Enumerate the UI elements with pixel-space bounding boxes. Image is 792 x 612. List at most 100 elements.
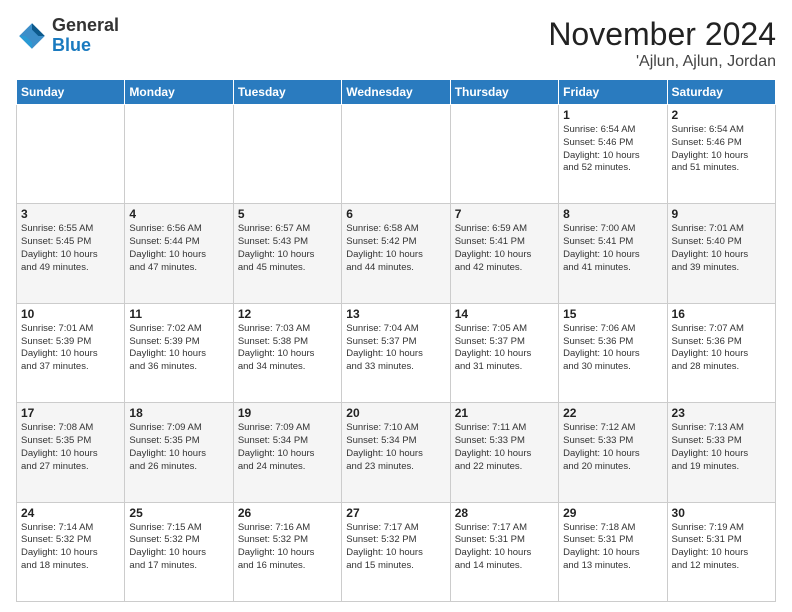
day-info: Sunrise: 6:54 AM Sunset: 5:46 PM Dayligh…	[563, 124, 662, 175]
day-number: 16	[672, 307, 771, 321]
day-info: Sunrise: 7:02 AM Sunset: 5:39 PM Dayligh…	[129, 323, 228, 374]
day-cell: 3 Sunrise: 6:55 AM Sunset: 5:45 PM Daylig…	[17, 204, 125, 303]
day-cell: 25Sunrise: 7:15 AM Sunset: 5:32 PM Dayli…	[125, 502, 233, 601]
day-cell: 18 Sunrise: 7:09 AM Sunset: 5:35 PM Dayli…	[125, 403, 233, 502]
logo: General Blue	[16, 16, 119, 56]
day-cell: 20 Sunrise: 7:10 AM Sunset: 5:34 PM Dayli…	[342, 403, 450, 502]
day-info: Sunrise: 7:19 AM Sunset: 5:31 PM Dayligh…	[672, 522, 771, 573]
day-number: 10	[21, 307, 120, 321]
day-cell: 10 Sunrise: 7:01 AM Sunset: 5:39 PM Dayli…	[17, 303, 125, 402]
day-number: 19	[238, 406, 337, 420]
calendar-body: 1Sunrise: 6:54 AM Sunset: 5:46 PM Daylig…	[17, 105, 776, 602]
day-number: 20	[346, 406, 445, 420]
day-number: 9	[672, 207, 771, 221]
day-header-monday: Monday	[125, 80, 233, 105]
logo-blue: Blue	[52, 35, 91, 55]
day-cell: 27 Sunrise: 7:17 AM Sunset: 5:32 PM Dayli…	[342, 502, 450, 601]
day-number: 14	[455, 307, 554, 321]
day-cell: 13 Sunrise: 7:04 AM Sunset: 5:37 PM Dayli…	[342, 303, 450, 402]
day-cell: 30 Sunrise: 7:19 AM Sunset: 5:31 PM Dayli…	[667, 502, 775, 601]
day-header-tuesday: Tuesday	[233, 80, 341, 105]
day-cell: 11 Sunrise: 7:02 AM Sunset: 5:39 PM Dayli…	[125, 303, 233, 402]
day-info: Sunrise: 7:14 AM Sunset: 5:32 PM Dayligh…	[21, 522, 120, 573]
day-cell	[342, 105, 450, 204]
day-number: 26	[238, 506, 337, 520]
logo-text: General Blue	[52, 16, 119, 56]
day-cell: 2 Sunrise: 6:54 AM Sunset: 5:46 PM Daylig…	[667, 105, 775, 204]
day-cell	[125, 105, 233, 204]
day-cell: 24Sunrise: 7:14 AM Sunset: 5:32 PM Dayli…	[17, 502, 125, 601]
day-cell: 17Sunrise: 7:08 AM Sunset: 5:35 PM Dayli…	[17, 403, 125, 502]
day-cell	[17, 105, 125, 204]
day-number: 2	[672, 108, 771, 122]
calendar-subtitle: 'Ajlun, Ajlun, Jordan	[548, 53, 776, 71]
day-info: Sunrise: 7:11 AM Sunset: 5:33 PM Dayligh…	[455, 422, 554, 473]
day-number: 28	[455, 506, 554, 520]
day-cell: 21Sunrise: 7:11 AM Sunset: 5:33 PM Dayli…	[450, 403, 558, 502]
day-number: 3	[21, 207, 120, 221]
day-number: 13	[346, 307, 445, 321]
day-number: 11	[129, 307, 228, 321]
day-number: 15	[563, 307, 662, 321]
day-cell: 22Sunrise: 7:12 AM Sunset: 5:33 PM Dayli…	[559, 403, 667, 502]
day-info: Sunrise: 7:09 AM Sunset: 5:35 PM Dayligh…	[129, 422, 228, 473]
day-header-sunday: Sunday	[17, 80, 125, 105]
day-header-wednesday: Wednesday	[342, 80, 450, 105]
day-number: 5	[238, 207, 337, 221]
day-number: 25	[129, 506, 228, 520]
week-row-2: 3 Sunrise: 6:55 AM Sunset: 5:45 PM Daylig…	[17, 204, 776, 303]
day-cell: 14Sunrise: 7:05 AM Sunset: 5:37 PM Dayli…	[450, 303, 558, 402]
day-cell: 16 Sunrise: 7:07 AM Sunset: 5:36 PM Dayli…	[667, 303, 775, 402]
day-info: Sunrise: 6:58 AM Sunset: 5:42 PM Dayligh…	[346, 223, 445, 274]
logo-general: General	[52, 15, 119, 35]
title-block: November 2024 'Ajlun, Ajlun, Jordan	[548, 16, 776, 71]
day-cell: 4 Sunrise: 6:56 AM Sunset: 5:44 PM Daylig…	[125, 204, 233, 303]
day-cell: 12Sunrise: 7:03 AM Sunset: 5:38 PM Dayli…	[233, 303, 341, 402]
day-info: Sunrise: 7:17 AM Sunset: 5:31 PM Dayligh…	[455, 522, 554, 573]
day-number: 30	[672, 506, 771, 520]
day-cell: 28 Sunrise: 7:17 AM Sunset: 5:31 PM Dayli…	[450, 502, 558, 601]
day-cell: 8Sunrise: 7:00 AM Sunset: 5:41 PM Daylig…	[559, 204, 667, 303]
day-info: Sunrise: 7:16 AM Sunset: 5:32 PM Dayligh…	[238, 522, 337, 573]
day-cell: 6 Sunrise: 6:58 AM Sunset: 5:42 PM Daylig…	[342, 204, 450, 303]
day-header-friday: Friday	[559, 80, 667, 105]
day-info: Sunrise: 6:59 AM Sunset: 5:41 PM Dayligh…	[455, 223, 554, 274]
day-info: Sunrise: 6:55 AM Sunset: 5:45 PM Dayligh…	[21, 223, 120, 274]
day-cell: 7Sunrise: 6:59 AM Sunset: 5:41 PM Daylig…	[450, 204, 558, 303]
day-cell: 26 Sunrise: 7:16 AM Sunset: 5:32 PM Dayli…	[233, 502, 341, 601]
week-row-3: 10 Sunrise: 7:01 AM Sunset: 5:39 PM Dayli…	[17, 303, 776, 402]
day-info: Sunrise: 7:01 AM Sunset: 5:40 PM Dayligh…	[672, 223, 771, 274]
calendar-page: General Blue November 2024 'Ajlun, Ajlun…	[0, 0, 792, 612]
day-cell: 19 Sunrise: 7:09 AM Sunset: 5:34 PM Dayli…	[233, 403, 341, 502]
day-cell	[450, 105, 558, 204]
day-info: Sunrise: 7:07 AM Sunset: 5:36 PM Dayligh…	[672, 323, 771, 374]
day-number: 18	[129, 406, 228, 420]
calendar-header: SundayMondayTuesdayWednesdayThursdayFrid…	[17, 80, 776, 105]
day-info: Sunrise: 7:10 AM Sunset: 5:34 PM Dayligh…	[346, 422, 445, 473]
day-cell: 5Sunrise: 6:57 AM Sunset: 5:43 PM Daylig…	[233, 204, 341, 303]
day-number: 29	[563, 506, 662, 520]
day-info: Sunrise: 7:04 AM Sunset: 5:37 PM Dayligh…	[346, 323, 445, 374]
day-cell: 15 Sunrise: 7:06 AM Sunset: 5:36 PM Dayli…	[559, 303, 667, 402]
day-number: 27	[346, 506, 445, 520]
day-cell	[233, 105, 341, 204]
day-number: 4	[129, 207, 228, 221]
day-info: Sunrise: 7:06 AM Sunset: 5:36 PM Dayligh…	[563, 323, 662, 374]
day-info: Sunrise: 7:00 AM Sunset: 5:41 PM Dayligh…	[563, 223, 662, 274]
calendar-title: November 2024	[548, 16, 776, 53]
day-number: 23	[672, 406, 771, 420]
week-row-1: 1Sunrise: 6:54 AM Sunset: 5:46 PM Daylig…	[17, 105, 776, 204]
day-info: Sunrise: 7:08 AM Sunset: 5:35 PM Dayligh…	[21, 422, 120, 473]
day-info: Sunrise: 6:56 AM Sunset: 5:44 PM Dayligh…	[129, 223, 228, 274]
day-info: Sunrise: 7:01 AM Sunset: 5:39 PM Dayligh…	[21, 323, 120, 374]
day-header-thursday: Thursday	[450, 80, 558, 105]
day-cell: 23Sunrise: 7:13 AM Sunset: 5:33 PM Dayli…	[667, 403, 775, 502]
day-info: Sunrise: 7:12 AM Sunset: 5:33 PM Dayligh…	[563, 422, 662, 473]
day-info: Sunrise: 7:18 AM Sunset: 5:31 PM Dayligh…	[563, 522, 662, 573]
day-number: 6	[346, 207, 445, 221]
day-info: Sunrise: 6:54 AM Sunset: 5:46 PM Dayligh…	[672, 124, 771, 175]
day-header-saturday: Saturday	[667, 80, 775, 105]
week-row-4: 17Sunrise: 7:08 AM Sunset: 5:35 PM Dayli…	[17, 403, 776, 502]
day-info: Sunrise: 7:09 AM Sunset: 5:34 PM Dayligh…	[238, 422, 337, 473]
day-info: Sunrise: 7:17 AM Sunset: 5:32 PM Dayligh…	[346, 522, 445, 573]
